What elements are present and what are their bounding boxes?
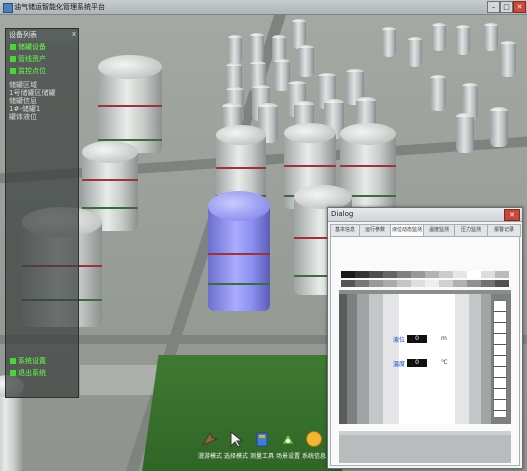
minimize-button[interactable]: – (487, 1, 500, 13)
panel-item-pipelines[interactable]: 管线资产 (6, 53, 78, 65)
toolbar-label: 测量工具 (250, 453, 275, 460)
panel-item-settings[interactable]: 系统设置 (6, 355, 78, 367)
storage-tank[interactable] (484, 23, 498, 51)
tree-node[interactable]: 罐体液位 (9, 113, 78, 121)
dialog-body: 液位 0 m 温度 0 ℃ (330, 236, 520, 466)
tree-node[interactable]: 储罐信息 (9, 97, 78, 105)
toolbar-label: 场景设置 (276, 453, 301, 460)
temperature-readout: 0 (407, 359, 427, 367)
panel-item-label: 储罐设备 (18, 43, 46, 51)
window-title: 油气储运智能化管理系统平台 (14, 3, 105, 11)
panel-item-label: 退出系统 (18, 369, 46, 377)
toolbar-select-button[interactable]: 选择模式 (224, 430, 248, 460)
toolbar-settings-button[interactable]: 场景设置 (276, 430, 300, 460)
storage-tank[interactable] (250, 33, 264, 63)
storage-tank[interactable] (408, 37, 422, 67)
storage-tank[interactable] (456, 113, 474, 153)
tree-node[interactable]: 1#-储罐1 (9, 105, 78, 113)
panel-bottom-group: 系统设置 退出系统 (6, 355, 78, 379)
gradient-swatch-row (341, 280, 509, 287)
bullet-icon (10, 56, 16, 62)
panel-item-label: 管线资产 (18, 55, 46, 63)
title-bar: 油气储运智能化管理系统平台 – □ ✕ (0, 0, 527, 15)
panel-item-exit[interactable]: 退出系统 (6, 367, 78, 379)
storage-tank[interactable] (456, 25, 470, 55)
storage-tank[interactable] (228, 35, 242, 65)
level-readout: 0 (407, 335, 427, 343)
level-scale (493, 300, 507, 418)
storage-tank[interactable] (430, 75, 446, 111)
toolbar-label: 选择模式 (224, 453, 249, 460)
toolbar-label: 系统信息 (302, 453, 327, 460)
info-icon (306, 431, 322, 447)
bullet-icon (10, 370, 16, 376)
dialog-close-button[interactable]: ✕ (504, 209, 520, 221)
dialog-title: Dialog (331, 210, 354, 218)
toolbar-measure-button[interactable]: 测量工具 (250, 430, 274, 460)
level-gauge: 液位 0 m 温度 0 ℃ (339, 294, 511, 424)
dialog-footer (339, 431, 511, 463)
tree-header[interactable]: 储罐区域 (9, 81, 78, 89)
storage-tank[interactable] (432, 23, 446, 51)
panel-item-label: 系统设置 (18, 357, 46, 365)
cursor-icon (230, 430, 244, 448)
temperature-unit: ℃ (441, 359, 448, 366)
roam-icon (201, 431, 219, 447)
selected-storage-tank[interactable] (208, 191, 270, 311)
storage-tank[interactable] (382, 27, 396, 57)
panel-item-label: 监控点位 (18, 67, 46, 75)
app-icon (3, 3, 13, 13)
tree-node[interactable]: 1号储罐区储罐 (9, 89, 78, 97)
panel-item-tanks[interactable]: 储罐设备 (6, 41, 78, 53)
storage-tank[interactable] (500, 41, 516, 77)
toolbar-info-button[interactable]: 系统信息 (302, 430, 326, 460)
level-unit: m (441, 335, 447, 342)
bullet-icon (10, 44, 16, 50)
dialog-title-bar[interactable]: Dialog ✕ (328, 208, 522, 222)
storage-tank[interactable] (298, 45, 314, 77)
gradient-swatch-row (341, 271, 509, 278)
tank-monitor-dialog: Dialog ✕ 基本信息 运行参数 液位动态监测 温度监测 压力监测 报警记录 (327, 207, 523, 469)
settings-icon (281, 433, 295, 445)
panel-item-monitors[interactable]: 监控点位 (6, 65, 78, 77)
maximize-button[interactable]: □ (500, 1, 513, 13)
toolbar-label: 漫游模式 (198, 453, 223, 460)
toolbar-roam-button[interactable]: 漫游模式 (198, 430, 222, 460)
close-button[interactable]: ✕ (513, 1, 526, 13)
measure-icon (256, 432, 268, 447)
dialog-tabs: 基本信息 运行参数 液位动态监测 温度监测 压力监测 报警记录 (330, 224, 521, 237)
bullet-icon (10, 68, 16, 74)
storage-tank[interactable] (490, 107, 508, 147)
panel-title: 设备列表 (6, 29, 78, 41)
level-label: 液位 (393, 337, 406, 344)
equipment-list-panel: 设备列表 x 储罐设备 管线资产 监控点位 储罐区域 1号储罐区储罐 储罐信息 … (5, 28, 79, 398)
tree-view: 储罐区域 1号储罐区储罐 储罐信息 1#-储罐1 罐体液位 (9, 81, 78, 121)
panel-close-button[interactable]: x (72, 30, 76, 38)
temperature-label: 温度 (393, 361, 406, 368)
bullet-icon (10, 358, 16, 364)
storage-tank[interactable] (98, 55, 162, 153)
